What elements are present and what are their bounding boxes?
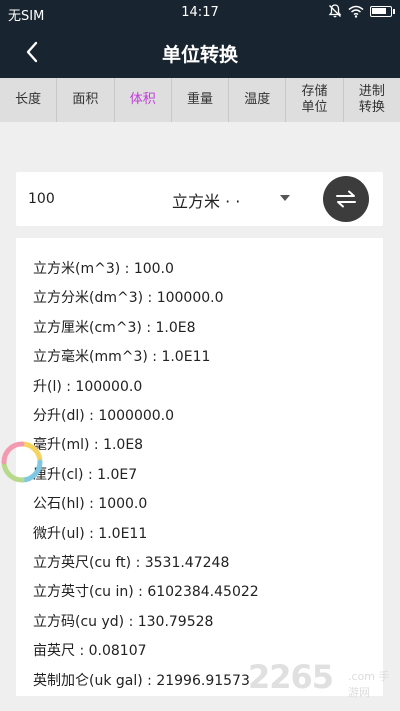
tab-label: 存储 单位	[301, 84, 328, 115]
tab-label: 进制 转换	[358, 84, 385, 115]
tab-6[interactable]: 进制 转换	[344, 78, 400, 122]
tab-1[interactable]: 面积	[57, 78, 115, 122]
results-list[interactable]: 立方米(m^3) : 100.0 立方分米(dm^3) : 100000.0 立方厘…	[16, 238, 383, 696]
value-input[interactable]	[28, 186, 148, 212]
result-row: 微升(ul) : 1.0E11	[33, 525, 148, 542]
result-row: 厘升(cl) : 1.0E7	[33, 466, 138, 483]
result-row: 立方毫米(mm^3) : 1.0E11	[33, 349, 211, 366]
watermark-number: 2265	[248, 658, 334, 696]
tab-label: 长度	[15, 92, 42, 107]
status-icons	[328, 4, 395, 18]
result-row: 立方厘米(cm^3) : 1.0E8	[33, 319, 196, 336]
app-bar: 单位转换	[0, 26, 400, 78]
converter-input-row: 立方米 · ·	[16, 172, 383, 226]
result-row: 公石(hl) : 1000.0	[33, 496, 148, 513]
result-row: 毫升(ml) : 1.0E8	[33, 437, 144, 454]
result-row: 升(l) : 100000.0	[33, 378, 143, 395]
mute-bell-icon	[328, 4, 342, 18]
tab-label: 重量	[186, 92, 213, 107]
watermark-logo: 2265 .com 手游网	[248, 658, 398, 704]
tab-0[interactable]: 长度	[0, 78, 58, 122]
back-button[interactable]	[14, 34, 50, 70]
unit-dropdown[interactable]: 立方米 · ·	[172, 184, 312, 214]
result-row: 立方米(m^3) : 100.0	[33, 261, 174, 277]
swap-button[interactable]	[323, 176, 369, 222]
chevron-left-icon	[26, 41, 38, 63]
result-row: 分升(dl) : 1000000.0	[33, 408, 175, 424]
loading-spinner-icon	[1, 441, 43, 483]
battery-icon	[370, 5, 395, 17]
tab-label: 面积	[72, 92, 99, 107]
result-row: 英制加仑(uk gal) : 21996.91573	[33, 672, 250, 689]
unit-category-tabs: 长度 面积 体积 重量 温度 存储 单位 进制 转换	[0, 78, 400, 122]
unit-dropdown-label: 立方米 · ·	[172, 192, 241, 211]
tab-5[interactable]: 存储 单位	[286, 78, 344, 122]
result-row: 立方分米(dm^3) : 100000.0	[33, 290, 224, 307]
watermark-text: .com 手游网	[348, 670, 390, 699]
result-row: 立方英寸(cu in) : 6102384.45022	[33, 584, 259, 601]
result-row: 立方码(cu yd) : 130.79528	[33, 613, 214, 630]
dropdown-arrow-icon	[280, 195, 290, 201]
tab-label: 温度	[244, 92, 271, 107]
tab-label: 体积	[129, 92, 156, 107]
page-title: 单位转换	[161, 44, 238, 66]
tab-2[interactable]: 体积	[115, 78, 172, 122]
result-row: 亩英尺 : 0.08107	[33, 643, 147, 660]
swap-arrows-icon	[336, 190, 356, 208]
tab-3[interactable]: 重量	[172, 78, 230, 122]
result-row: 立方英尺(cu ft) : 3531.47248	[33, 555, 230, 571]
status-bar: 无SIM 14:17	[0, 0, 400, 26]
wifi-icon	[348, 5, 364, 18]
tab-4[interactable]: 温度	[229, 78, 287, 122]
